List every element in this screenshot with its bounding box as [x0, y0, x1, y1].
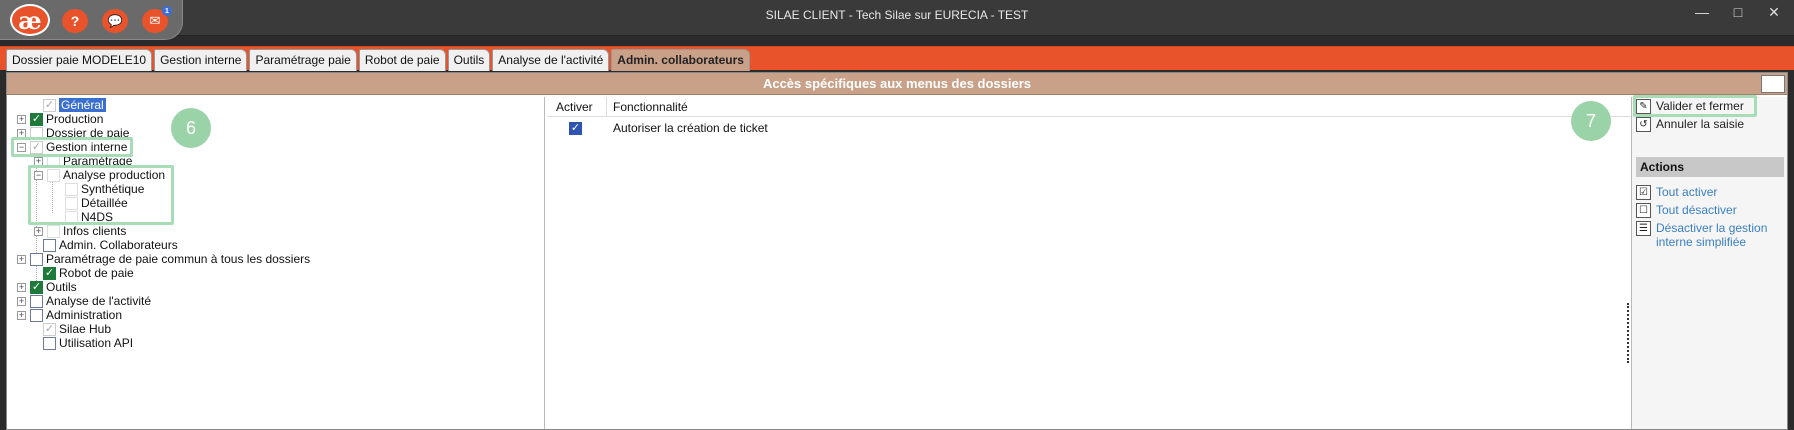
- expand-icon[interactable]: +: [34, 226, 43, 236]
- help-icon[interactable]: ?: [62, 9, 88, 33]
- logo-area: æ ? 💬 ✉ 1: [0, 0, 183, 40]
- tab-robot-de-paie[interactable]: Robot de paie: [358, 49, 446, 71]
- tree-node-utilisation-api[interactable]: Utilisation API: [30, 335, 133, 351]
- expand-icon[interactable]: +: [17, 254, 26, 264]
- table-row[interactable]: ✓ Autoriser la création de ticket: [547, 119, 768, 137]
- checkbox[interactable]: ✓: [43, 98, 56, 112]
- title-bar: æ ? 💬 ✉ 1 SILAE CLIENT - Tech Silae sur …: [0, 0, 1794, 40]
- checkbox[interactable]: ✓: [30, 112, 43, 126]
- menu-tree: ✓ Général + ✓ Production + Dossier de pa…: [7, 97, 545, 429]
- tab-parametrage-paie[interactable]: Paramétrage paie: [249, 49, 357, 71]
- fonctionnalite-cell: Autoriser la création de ticket: [613, 121, 768, 135]
- check-all-icon: ☑: [1636, 185, 1651, 200]
- grid-header: Activer Fonctionnalité: [547, 96, 1631, 117]
- tree-node-label: Général: [59, 98, 106, 112]
- notification-badge: 1: [162, 6, 172, 16]
- expand-icon[interactable]: +: [17, 310, 26, 320]
- panel-close-button[interactable]: X: [1761, 75, 1785, 93]
- tout-desactiver-link[interactable]: ☐ Tout désactiver: [1636, 203, 1737, 218]
- tab-gestion-interne[interactable]: Gestion interne: [154, 49, 248, 71]
- tab-analyse-activite[interactable]: Analyse de l'activité: [492, 49, 610, 71]
- desactiver-gestion-link[interactable]: ☰ Désactiver la gestion interne simplifi…: [1636, 221, 1782, 249]
- tree-node-label: Analyse de l'activité: [46, 294, 152, 308]
- tree-node-label: Silae Hub: [59, 322, 112, 336]
- panel-title: Accès spécifiques aux menus des dossiers: [762, 76, 1032, 91]
- expand-icon[interactable]: +: [17, 114, 26, 124]
- checkbox[interactable]: ✓: [43, 322, 56, 336]
- tree-node-label: Outils: [46, 280, 77, 294]
- valider-et-fermer-button[interactable]: ✎ Valider et fermer: [1636, 99, 1744, 114]
- tree-node-label: Robot de paie: [59, 266, 134, 280]
- chat-icon[interactable]: 💬: [102, 9, 128, 33]
- checkbox[interactable]: [47, 224, 60, 238]
- tab-admin-collaborateurs[interactable]: Admin. collaborateurs: [611, 49, 750, 71]
- undo-icon: ↺: [1636, 117, 1651, 132]
- tree-node-label: Infos clients: [63, 224, 127, 238]
- app-logo-icon[interactable]: æ: [10, 4, 50, 36]
- expand-icon[interactable]: +: [17, 282, 26, 292]
- checkbox[interactable]: [30, 252, 43, 266]
- expand-icon[interactable]: +: [17, 296, 26, 306]
- window-title: SILAE CLIENT - Tech Silae sur EURECIA - …: [765, 8, 1029, 22]
- maximize-button[interactable]: □: [1726, 4, 1750, 20]
- tout-desactiver-label: Tout désactiver: [1656, 203, 1737, 217]
- tab-dossier-paie[interactable]: Dossier paie MODELE10: [6, 49, 153, 71]
- uncheck-all-icon: ☐: [1636, 203, 1651, 218]
- panel-header: Accès spécifiques aux menus des dossiers…: [7, 73, 1787, 95]
- tout-activer-link[interactable]: ☑ Tout activer: [1636, 185, 1717, 200]
- checkbox[interactable]: ✓: [43, 266, 56, 280]
- features-grid: Activer Fonctionnalité ✓ Autoriser la cr…: [547, 96, 1631, 429]
- tree-node-label: Utilisation API: [59, 336, 134, 350]
- desactiver-gestion-label: Désactiver la gestion interne simplifiée: [1656, 221, 1768, 249]
- tree-node-label: Paramétrage de paie commun à tous les do…: [46, 252, 311, 266]
- tree-node-label: Admin. Collaborateurs: [59, 238, 178, 252]
- checkbox[interactable]: ✓: [30, 280, 43, 294]
- step-badge-6: 6: [171, 108, 211, 148]
- mail-glyph: ✉: [149, 13, 161, 28]
- checkbox[interactable]: [43, 336, 56, 350]
- list-icon: ☰: [1636, 221, 1651, 236]
- annuler-saisie-button[interactable]: ↺ Annuler la saisie: [1636, 117, 1744, 132]
- tab-bar: Dossier paie MODELE10 Gestion interne Pa…: [0, 46, 1794, 71]
- actions-sidebar: ✎ Valider et fermer ↺ Annuler la saisie …: [1631, 95, 1787, 429]
- close-window-button[interactable]: ✕: [1762, 4, 1786, 21]
- tree-node-label: Production: [46, 112, 104, 126]
- highlight-analyse-production: [28, 165, 174, 225]
- pencil-icon: ✎: [1636, 99, 1651, 114]
- valider-label: Valider et fermer: [1656, 99, 1744, 113]
- minimize-button[interactable]: —: [1690, 4, 1714, 20]
- actions-section-title: Actions: [1636, 157, 1784, 177]
- highlight-gestion-interne: [11, 137, 133, 157]
- checkbox[interactable]: ✓: [569, 121, 582, 135]
- column-header-fonctionnalite[interactable]: Fonctionnalité: [607, 100, 688, 114]
- tab-outils[interactable]: Outils: [447, 49, 491, 71]
- mail-icon[interactable]: ✉ 1: [142, 6, 172, 33]
- checkbox[interactable]: [30, 294, 43, 308]
- tab-list: Dossier paie MODELE10 Gestion interne Pa…: [6, 49, 752, 71]
- activer-cell: ✓: [547, 121, 607, 135]
- access-panel: Accès spécifiques aux menus des dossiers…: [6, 72, 1788, 430]
- annuler-label: Annuler la saisie: [1656, 117, 1745, 131]
- checkbox[interactable]: [43, 238, 56, 252]
- checkbox[interactable]: [30, 308, 43, 322]
- tout-activer-label: Tout activer: [1656, 185, 1718, 199]
- tree-node-label: Administration: [46, 308, 123, 322]
- step-badge-7: 7: [1571, 101, 1611, 141]
- column-header-activer[interactable]: Activer: [547, 96, 607, 117]
